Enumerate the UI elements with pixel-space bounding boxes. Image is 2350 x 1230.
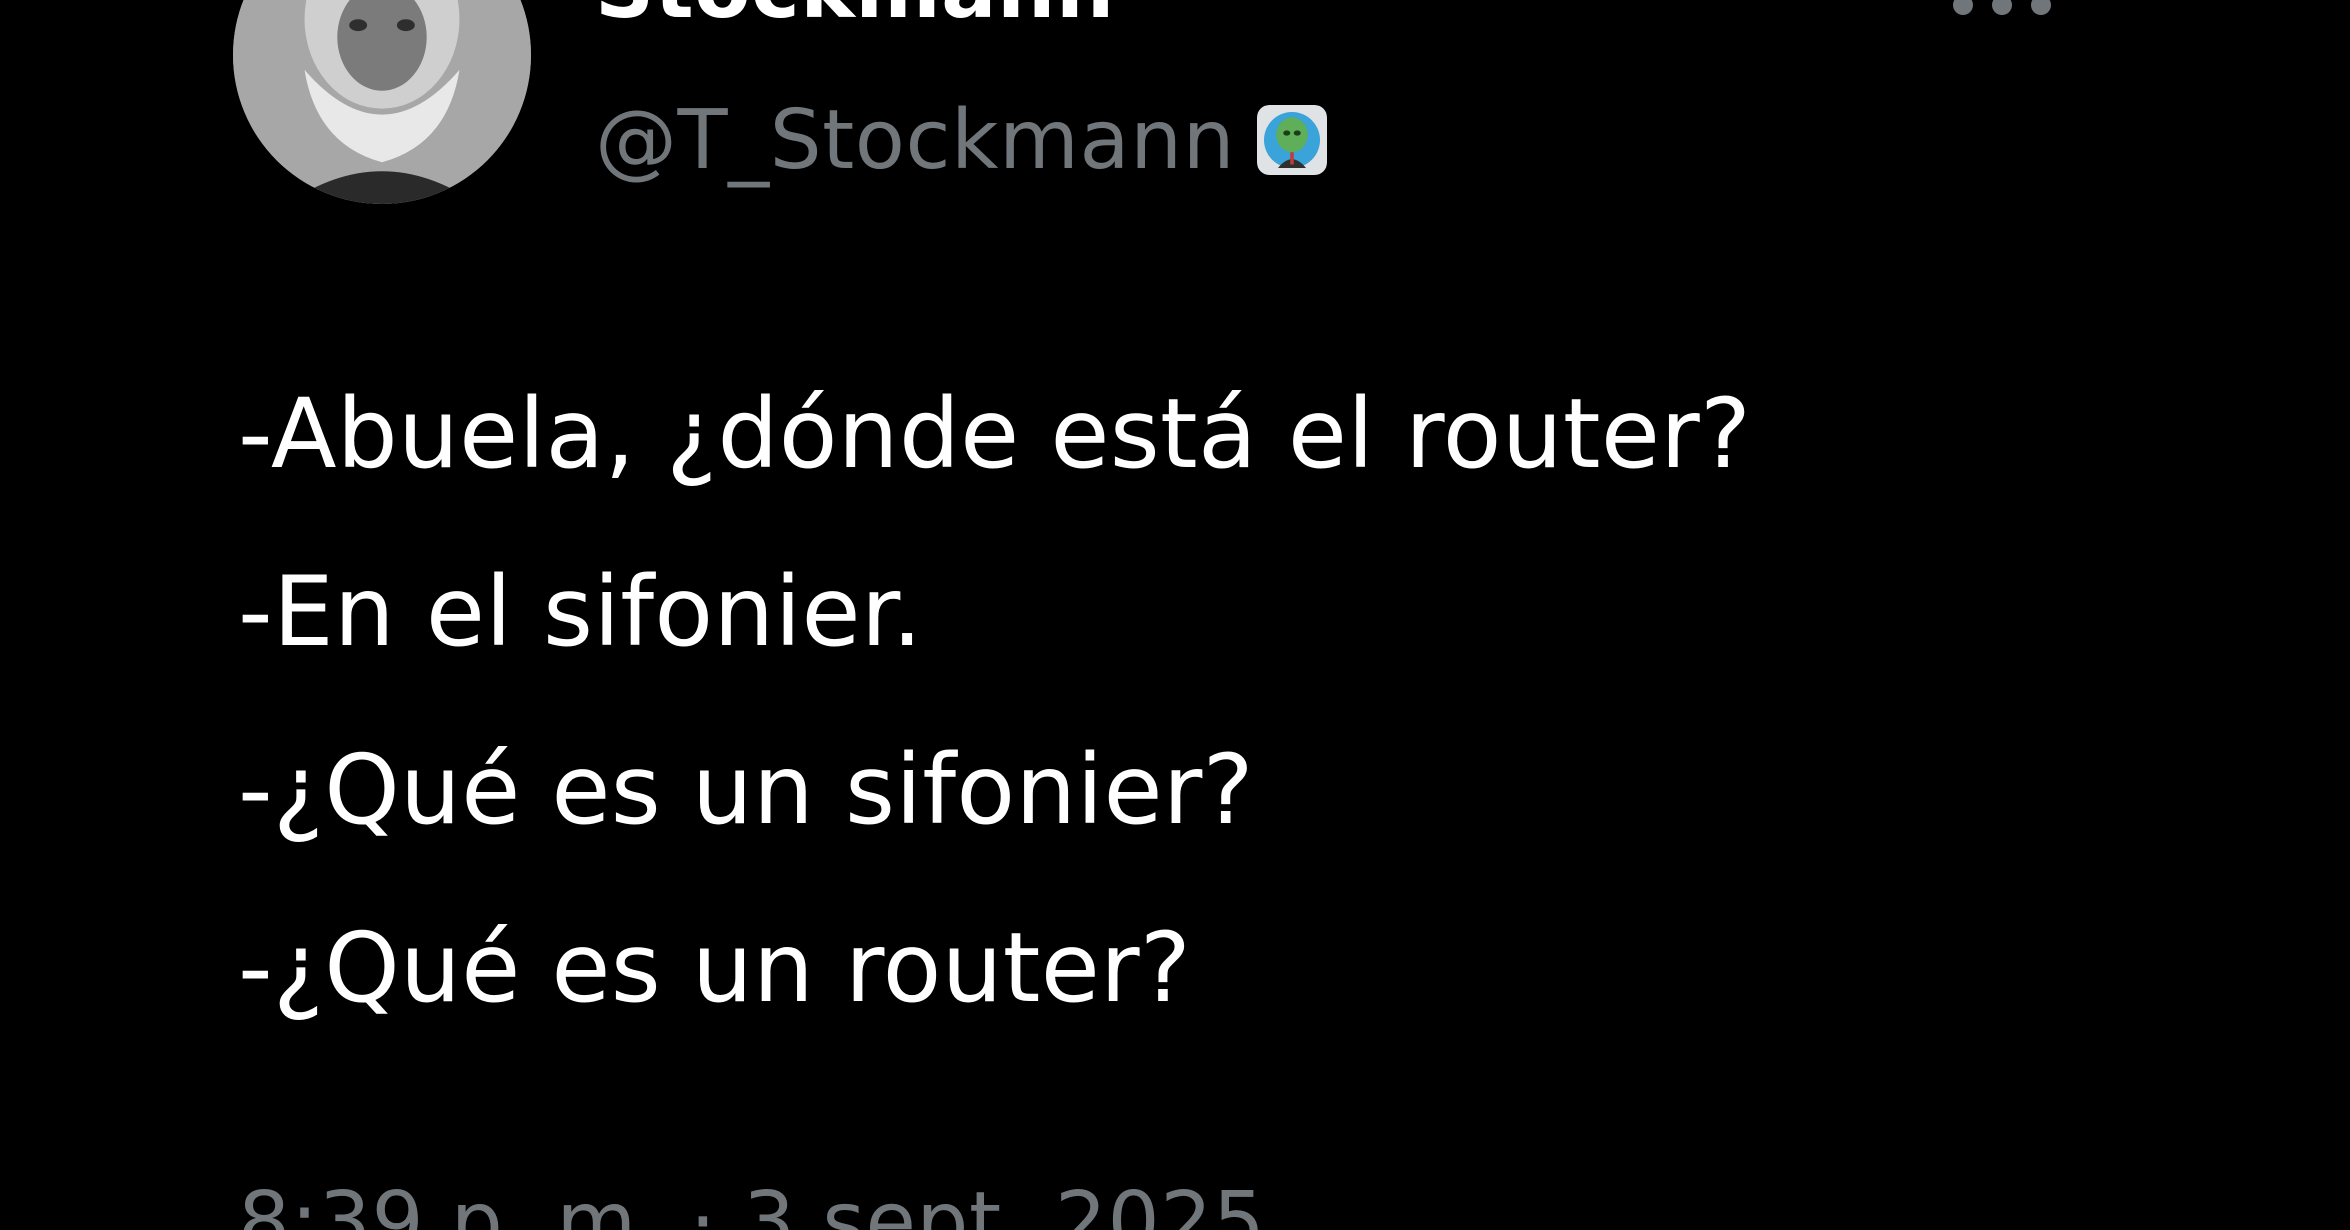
tweet-text: -Abuela, ¿dónde está el router? -En el s…: [238, 345, 2188, 1057]
tweet-line: -En el sifonier.: [238, 556, 923, 668]
avatar[interactable]: [233, 0, 531, 204]
tweet-line: -¿Qué es un router?: [238, 912, 1192, 1024]
more-dots-icon: [1953, 0, 2051, 15]
tweet: Stockmann @T_Stockmann -Abuela, ¿dónde e…: [0, 0, 2350, 1230]
display-name[interactable]: Stockmann: [595, 0, 1115, 37]
affiliate-badge-icon[interactable]: [1257, 105, 1328, 175]
timestamp[interactable]: 8:39 p. m. · 3 sept. 2025: [238, 1175, 1265, 1230]
more-button[interactable]: [1945, 0, 2060, 25]
tweet-line: -¿Qué es un sifonier?: [238, 734, 1254, 846]
portrait-avatar-icon: [233, 0, 531, 204]
user-handle[interactable]: @T_Stockmann: [595, 93, 1235, 188]
handle-row: @T_Stockmann: [595, 90, 1328, 190]
tweet-line: -Abuela, ¿dónde está el router?: [238, 378, 1752, 490]
